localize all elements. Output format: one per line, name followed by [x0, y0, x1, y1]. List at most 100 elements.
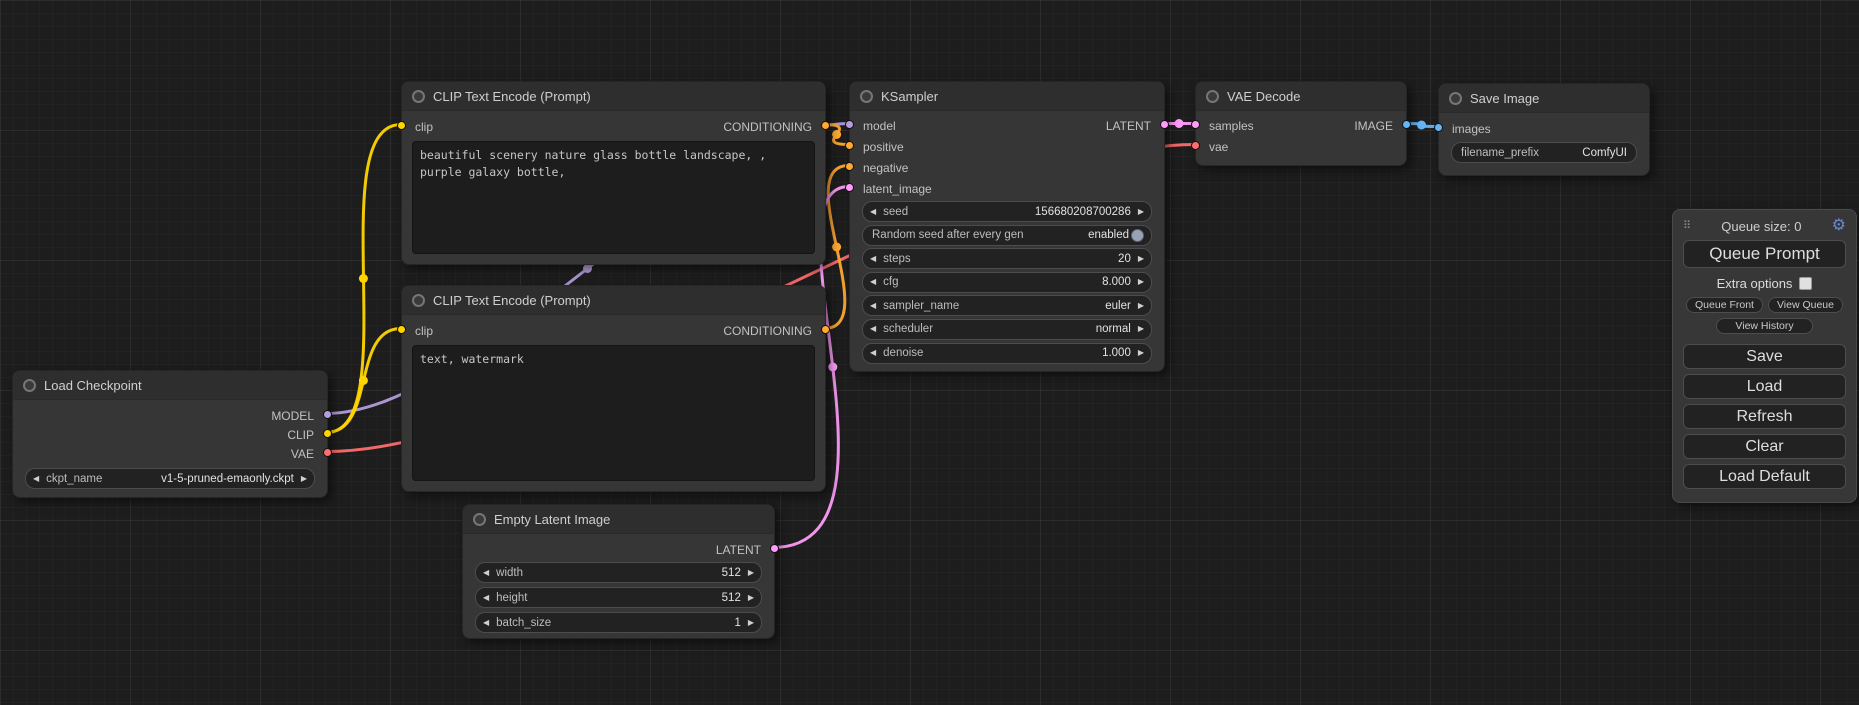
drag-handle-icon[interactable]: ⠿	[1683, 221, 1691, 232]
vae-output-slot[interactable]	[323, 448, 332, 457]
negative-input-slot[interactable]	[845, 162, 854, 171]
node-title-bar[interactable]: Save Image	[1439, 84, 1649, 113]
increment-arrow-icon[interactable]: ▶	[1138, 349, 1144, 357]
seed-widget[interactable]: ◀ seed 156680208700286 ▶	[862, 201, 1152, 222]
decrement-arrow-icon[interactable]: ◀	[870, 255, 876, 263]
clip-output-slot[interactable]	[323, 429, 332, 438]
widget-label: seed	[883, 206, 908, 218]
decrement-arrow-icon[interactable]: ◀	[870, 278, 876, 286]
collapse-dot-icon[interactable]	[1206, 90, 1219, 103]
clip-input-slot[interactable]	[397, 325, 406, 334]
output-label-clip: CLIP	[287, 428, 314, 442]
ksampler-node[interactable]: KSampler model LATENT positive negative …	[849, 81, 1165, 372]
steps-widget[interactable]: ◀ steps 20 ▶	[862, 248, 1152, 269]
increment-arrow-icon[interactable]: ▶	[748, 594, 754, 602]
denoise-widget[interactable]: ◀ denoise 1.000 ▶	[862, 343, 1152, 364]
load-button[interactable]: Load	[1683, 374, 1846, 399]
increment-arrow-icon[interactable]: ▶	[748, 569, 754, 577]
model-output-slot[interactable]	[323, 410, 332, 419]
node-title-bar[interactable]: CLIP Text Encode (Prompt)	[402, 286, 825, 315]
collapse-dot-icon[interactable]	[412, 294, 425, 307]
clip-text-encode-positive-node[interactable]: CLIP Text Encode (Prompt) clip CONDITION…	[401, 81, 826, 265]
widget-value: normal	[1096, 323, 1131, 335]
increment-arrow-icon[interactable]: ▶	[748, 619, 754, 627]
queue-front-button[interactable]: Queue Front	[1686, 297, 1763, 313]
extra-options-checkbox[interactable]	[1799, 277, 1812, 290]
width-widget[interactable]: ◀ width 512 ▶	[475, 562, 762, 583]
input-label-model: model	[863, 119, 896, 133]
widget-label: Random seed after every gen	[872, 229, 1024, 241]
input-label-clip: clip	[415, 324, 433, 338]
clear-button[interactable]: Clear	[1683, 434, 1846, 459]
widget-value: 512	[722, 592, 741, 604]
view-history-button[interactable]: View History	[1716, 318, 1812, 334]
load-default-button[interactable]: Load Default	[1683, 464, 1846, 489]
increment-arrow-icon[interactable]: ▶	[1138, 255, 1144, 263]
images-input-slot[interactable]	[1434, 123, 1443, 132]
random-seed-toggle-widget[interactable]: Random seed after every gen enabled	[862, 225, 1152, 246]
widget-value: 8.000	[1102, 276, 1131, 288]
input-label-images: images	[1452, 122, 1491, 136]
save-button[interactable]: Save	[1683, 344, 1846, 369]
decrement-arrow-icon[interactable]: ◀	[483, 594, 489, 602]
toggle-knob[interactable]	[1131, 229, 1144, 242]
conditioning-output-slot[interactable]	[821, 325, 830, 334]
input-label-negative: negative	[863, 161, 908, 175]
clip-input-slot[interactable]	[397, 121, 406, 130]
latent-output-slot[interactable]	[770, 544, 779, 553]
wire-conditioning-negative-midpoint-dot	[832, 243, 841, 252]
decrement-arrow-icon[interactable]: ◀	[483, 619, 489, 627]
node-title-bar[interactable]: Load Checkpoint	[13, 371, 327, 400]
prev-arrow-icon[interactable]: ◀	[870, 325, 876, 333]
ckpt-name-widget[interactable]: ◀ ckpt_name v1-5-pruned-emaonly.ckpt ▶	[25, 468, 315, 489]
node-title-bar[interactable]: KSampler	[850, 82, 1164, 111]
widget-value: v1-5-pruned-emaonly.ckpt	[161, 473, 294, 485]
positive-input-slot[interactable]	[845, 141, 854, 150]
vae-input-slot[interactable]	[1191, 141, 1200, 150]
load-checkpoint-node[interactable]: Load Checkpoint MODEL CLIP VAE ◀ ckpt_na…	[12, 370, 328, 498]
conditioning-output-slot[interactable]	[821, 121, 830, 130]
latent-image-input-slot[interactable]	[845, 183, 854, 192]
clip-text-encode-negative-node[interactable]: CLIP Text Encode (Prompt) clip CONDITION…	[401, 285, 826, 492]
batch-size-widget[interactable]: ◀ batch_size 1 ▶	[475, 612, 762, 633]
model-input-slot[interactable]	[845, 120, 854, 129]
empty-latent-image-node[interactable]: Empty Latent Image LATENT ◀ width 512 ▶ …	[462, 504, 775, 639]
image-output-slot[interactable]	[1402, 120, 1411, 129]
widget-label: height	[496, 592, 527, 604]
collapse-dot-icon[interactable]	[23, 379, 36, 392]
prompt-textarea[interactable]: text, watermark	[412, 345, 815, 481]
samples-input-slot[interactable]	[1191, 120, 1200, 129]
collapse-dot-icon[interactable]	[412, 90, 425, 103]
settings-gear-icon[interactable]: ⚙	[1832, 218, 1846, 234]
prev-arrow-icon[interactable]: ◀	[33, 475, 39, 483]
latent-output-slot[interactable]	[1160, 120, 1169, 129]
next-arrow-icon[interactable]: ▶	[301, 475, 307, 483]
refresh-button[interactable]: Refresh	[1683, 404, 1846, 429]
node-title-bar[interactable]: CLIP Text Encode (Prompt)	[402, 82, 825, 111]
node-title-bar[interactable]: VAE Decode	[1196, 82, 1406, 111]
increment-arrow-icon[interactable]: ▶	[1138, 208, 1144, 216]
decrement-arrow-icon[interactable]: ◀	[483, 569, 489, 577]
queue-prompt-button[interactable]: Queue Prompt	[1683, 240, 1846, 268]
scheduler-widget[interactable]: ◀ scheduler normal ▶	[862, 319, 1152, 340]
widget-label: ckpt_name	[46, 473, 102, 485]
prompt-textarea[interactable]: beautiful scenery nature glass bottle la…	[412, 141, 815, 254]
node-title-bar[interactable]: Empty Latent Image	[463, 505, 774, 534]
view-queue-button[interactable]: View Queue	[1768, 297, 1843, 313]
decrement-arrow-icon[interactable]: ◀	[870, 208, 876, 216]
next-arrow-icon[interactable]: ▶	[1138, 302, 1144, 310]
collapse-dot-icon[interactable]	[1449, 92, 1462, 105]
save-image-node[interactable]: Save Image images filename_prefix ComfyU…	[1438, 83, 1650, 176]
cfg-widget[interactable]: ◀ cfg 8.000 ▶	[862, 272, 1152, 293]
increment-arrow-icon[interactable]: ▶	[1138, 278, 1144, 286]
height-widget[interactable]: ◀ height 512 ▶	[475, 587, 762, 608]
widget-label: cfg	[883, 276, 898, 288]
vae-decode-node[interactable]: VAE Decode samples IMAGE vae	[1195, 81, 1407, 166]
sampler-name-widget[interactable]: ◀ sampler_name euler ▶	[862, 295, 1152, 316]
decrement-arrow-icon[interactable]: ◀	[870, 349, 876, 357]
filename-prefix-widget[interactable]: filename_prefix ComfyUI	[1451, 142, 1637, 163]
next-arrow-icon[interactable]: ▶	[1138, 325, 1144, 333]
collapse-dot-icon[interactable]	[860, 90, 873, 103]
prev-arrow-icon[interactable]: ◀	[870, 302, 876, 310]
collapse-dot-icon[interactable]	[473, 513, 486, 526]
